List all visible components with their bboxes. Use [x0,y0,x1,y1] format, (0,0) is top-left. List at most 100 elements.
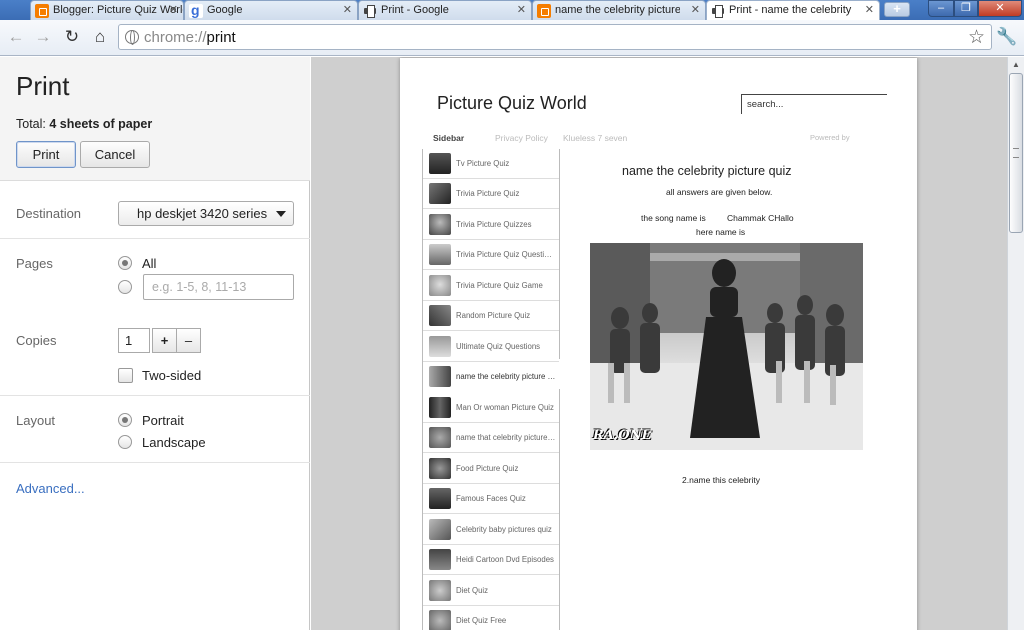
close-icon[interactable]: ✕ [691,3,700,16]
list-item-current: name the celebrity picture quiz [423,362,559,392]
tab-label: Print - name the celebrity p [729,4,854,16]
print-button[interactable]: Print [16,141,76,168]
list-item: Heidi Cartoon Dvd Episodes [423,545,559,575]
reload-icon[interactable]: ↻ [61,26,83,48]
tab-strip: Blogger: Picture Quiz World ✕ g Google ✕… [0,0,1024,21]
print-preview-area: Picture Quiz World search... Sidebar Pri… [311,57,1007,630]
song-value: Chammak CHallo [727,213,794,223]
here-name: here name is [696,227,746,237]
bookmark-star-icon[interactable]: ☆ [968,26,985,49]
address-text: chrome://print [144,29,236,46]
quiz-sidebar: Tv Picture Quiz Trivia Picture Quiz Triv… [422,149,560,630]
preview-scrollbar[interactable]: ▲ [1007,57,1024,630]
thumbnail-icon [429,610,451,630]
caret-down-icon [276,211,286,217]
copies-label: Copies [16,333,57,348]
thumbnail-icon [429,549,451,570]
close-icon[interactable]: ✕ [169,3,178,16]
thumbnail-icon [429,214,451,235]
layout-section [0,396,310,463]
list-item: Random Picture Quiz [423,301,559,331]
pages-custom-radio[interactable] [118,280,132,294]
celebrity-photo-art [590,243,863,450]
close-icon[interactable]: ✕ [343,3,352,16]
close-icon[interactable]: ✕ [517,3,526,16]
thumbnail-icon [429,244,451,265]
close-icon[interactable]: ✕ [865,3,874,16]
two-sided-label: Two-sided [142,368,202,383]
pages-label: Pages [16,256,53,271]
copies-increment-button[interactable]: + [152,328,177,353]
tab-label: name the celebrity picture [555,4,680,16]
list-item: Ultimate Quiz Questions [423,332,559,362]
globe-icon [125,30,139,45]
tab-label: Blogger: Picture Quiz World [53,4,183,16]
list-item: Diet Quiz Free [423,606,559,630]
list-item: Trivia Picture Quiz [423,179,559,209]
thumbnail-icon [429,488,451,509]
new-tab-button[interactable]: + [884,2,910,17]
destination-value: hp deskjet 3420 series [137,206,268,221]
cancel-button[interactable]: Cancel [80,141,150,168]
thumbnail-icon [429,305,451,326]
list-item: Man Or woman Picture Quiz [423,393,559,423]
two-sided-checkbox[interactable] [118,368,133,383]
browser-toolbar: ← → ↻ ⌂ chrome://print ☆ 🔧 [0,20,1024,56]
list-item: Celebrity baby pictures quiz [423,515,559,545]
blogger-icon [537,4,551,18]
tab-blogger[interactable]: Blogger: Picture Quiz World ✕ [30,0,184,20]
printer-icon [363,4,377,18]
landscape-label: Landscape [142,435,206,450]
advanced-link[interactable]: Advanced... [16,481,85,496]
print-settings-panel: Print Total: 4 sheets of paper Print Can… [0,57,310,630]
pages-all-label: All [142,256,157,271]
thumbnail-icon [429,519,451,540]
list-item: Famous Faces Quiz [423,484,559,514]
list-item: Diet Quiz [423,576,559,606]
tab-label: Print - Google [381,4,449,16]
thumbnail-icon [429,458,451,479]
tab-print-google[interactable]: Print - Google ✕ [358,0,532,20]
wrench-icon[interactable]: 🔧 [996,27,1017,47]
destination-select[interactable]: hp deskjet 3420 series [118,201,294,226]
post-title: name the celebrity picture quiz [622,164,792,178]
pages-all-radio[interactable] [118,256,132,270]
pages-range-input[interactable]: e.g. 1-5, 8, 11-13 [143,274,294,300]
scrollbar-thumb[interactable] [1009,73,1023,233]
copies-decrement-button[interactable]: – [176,328,201,353]
portrait-radio[interactable] [118,413,132,427]
thumbnail-icon [429,183,451,204]
nav-klueless: Klueless 7 seven [563,133,628,143]
preview-page: Picture Quiz World search... Sidebar Pri… [400,58,917,630]
answers-note: all answers are given below. [666,187,773,197]
home-icon[interactable]: ⌂ [89,26,111,48]
forward-arrow-icon[interactable]: → [32,26,54,48]
destination-label: Destination [16,206,82,221]
maximize-icon[interactable]: ❐ [954,0,978,17]
landscape-radio[interactable] [118,435,132,449]
tab-print-celebrity[interactable]: Print - name the celebrity p ✕ [706,0,880,21]
blogger-icon [35,4,49,18]
list-item: Trivia Picture Quizzes [423,210,559,240]
list-item: Food Picture Quiz [423,454,559,484]
thumbnail-icon [429,397,451,418]
window-close-icon[interactable]: ✕ [978,0,1022,17]
copies-input[interactable]: 1 [118,328,150,353]
celebrity-photo: RA.ONE [590,243,863,450]
address-bar[interactable]: chrome://print ☆ [118,24,992,50]
print-header: Print Total: 4 sheets of paper Print Can… [0,57,310,181]
printer-icon [711,4,725,18]
list-item: Trivia Picture Quiz Game [423,271,559,301]
movie-logo: RA.ONE [593,428,652,443]
nav-privacy-policy: Privacy Policy [495,133,548,143]
list-item: name that celebrity picture quiz [423,423,559,453]
tab-google[interactable]: g Google ✕ [184,0,358,20]
nav-sidebar: Sidebar [433,133,465,143]
list-item: Tv Picture Quiz [423,149,559,179]
photo-caption: 2.name this celebrity [682,475,760,485]
tab-celebrity-quiz[interactable]: name the celebrity picture ✕ [532,0,706,20]
scroll-up-icon[interactable]: ▲ [1009,58,1023,72]
minimize-icon[interactable]: – [928,0,954,17]
back-arrow-icon[interactable]: ← [5,26,27,48]
print-title: Print [16,71,70,101]
